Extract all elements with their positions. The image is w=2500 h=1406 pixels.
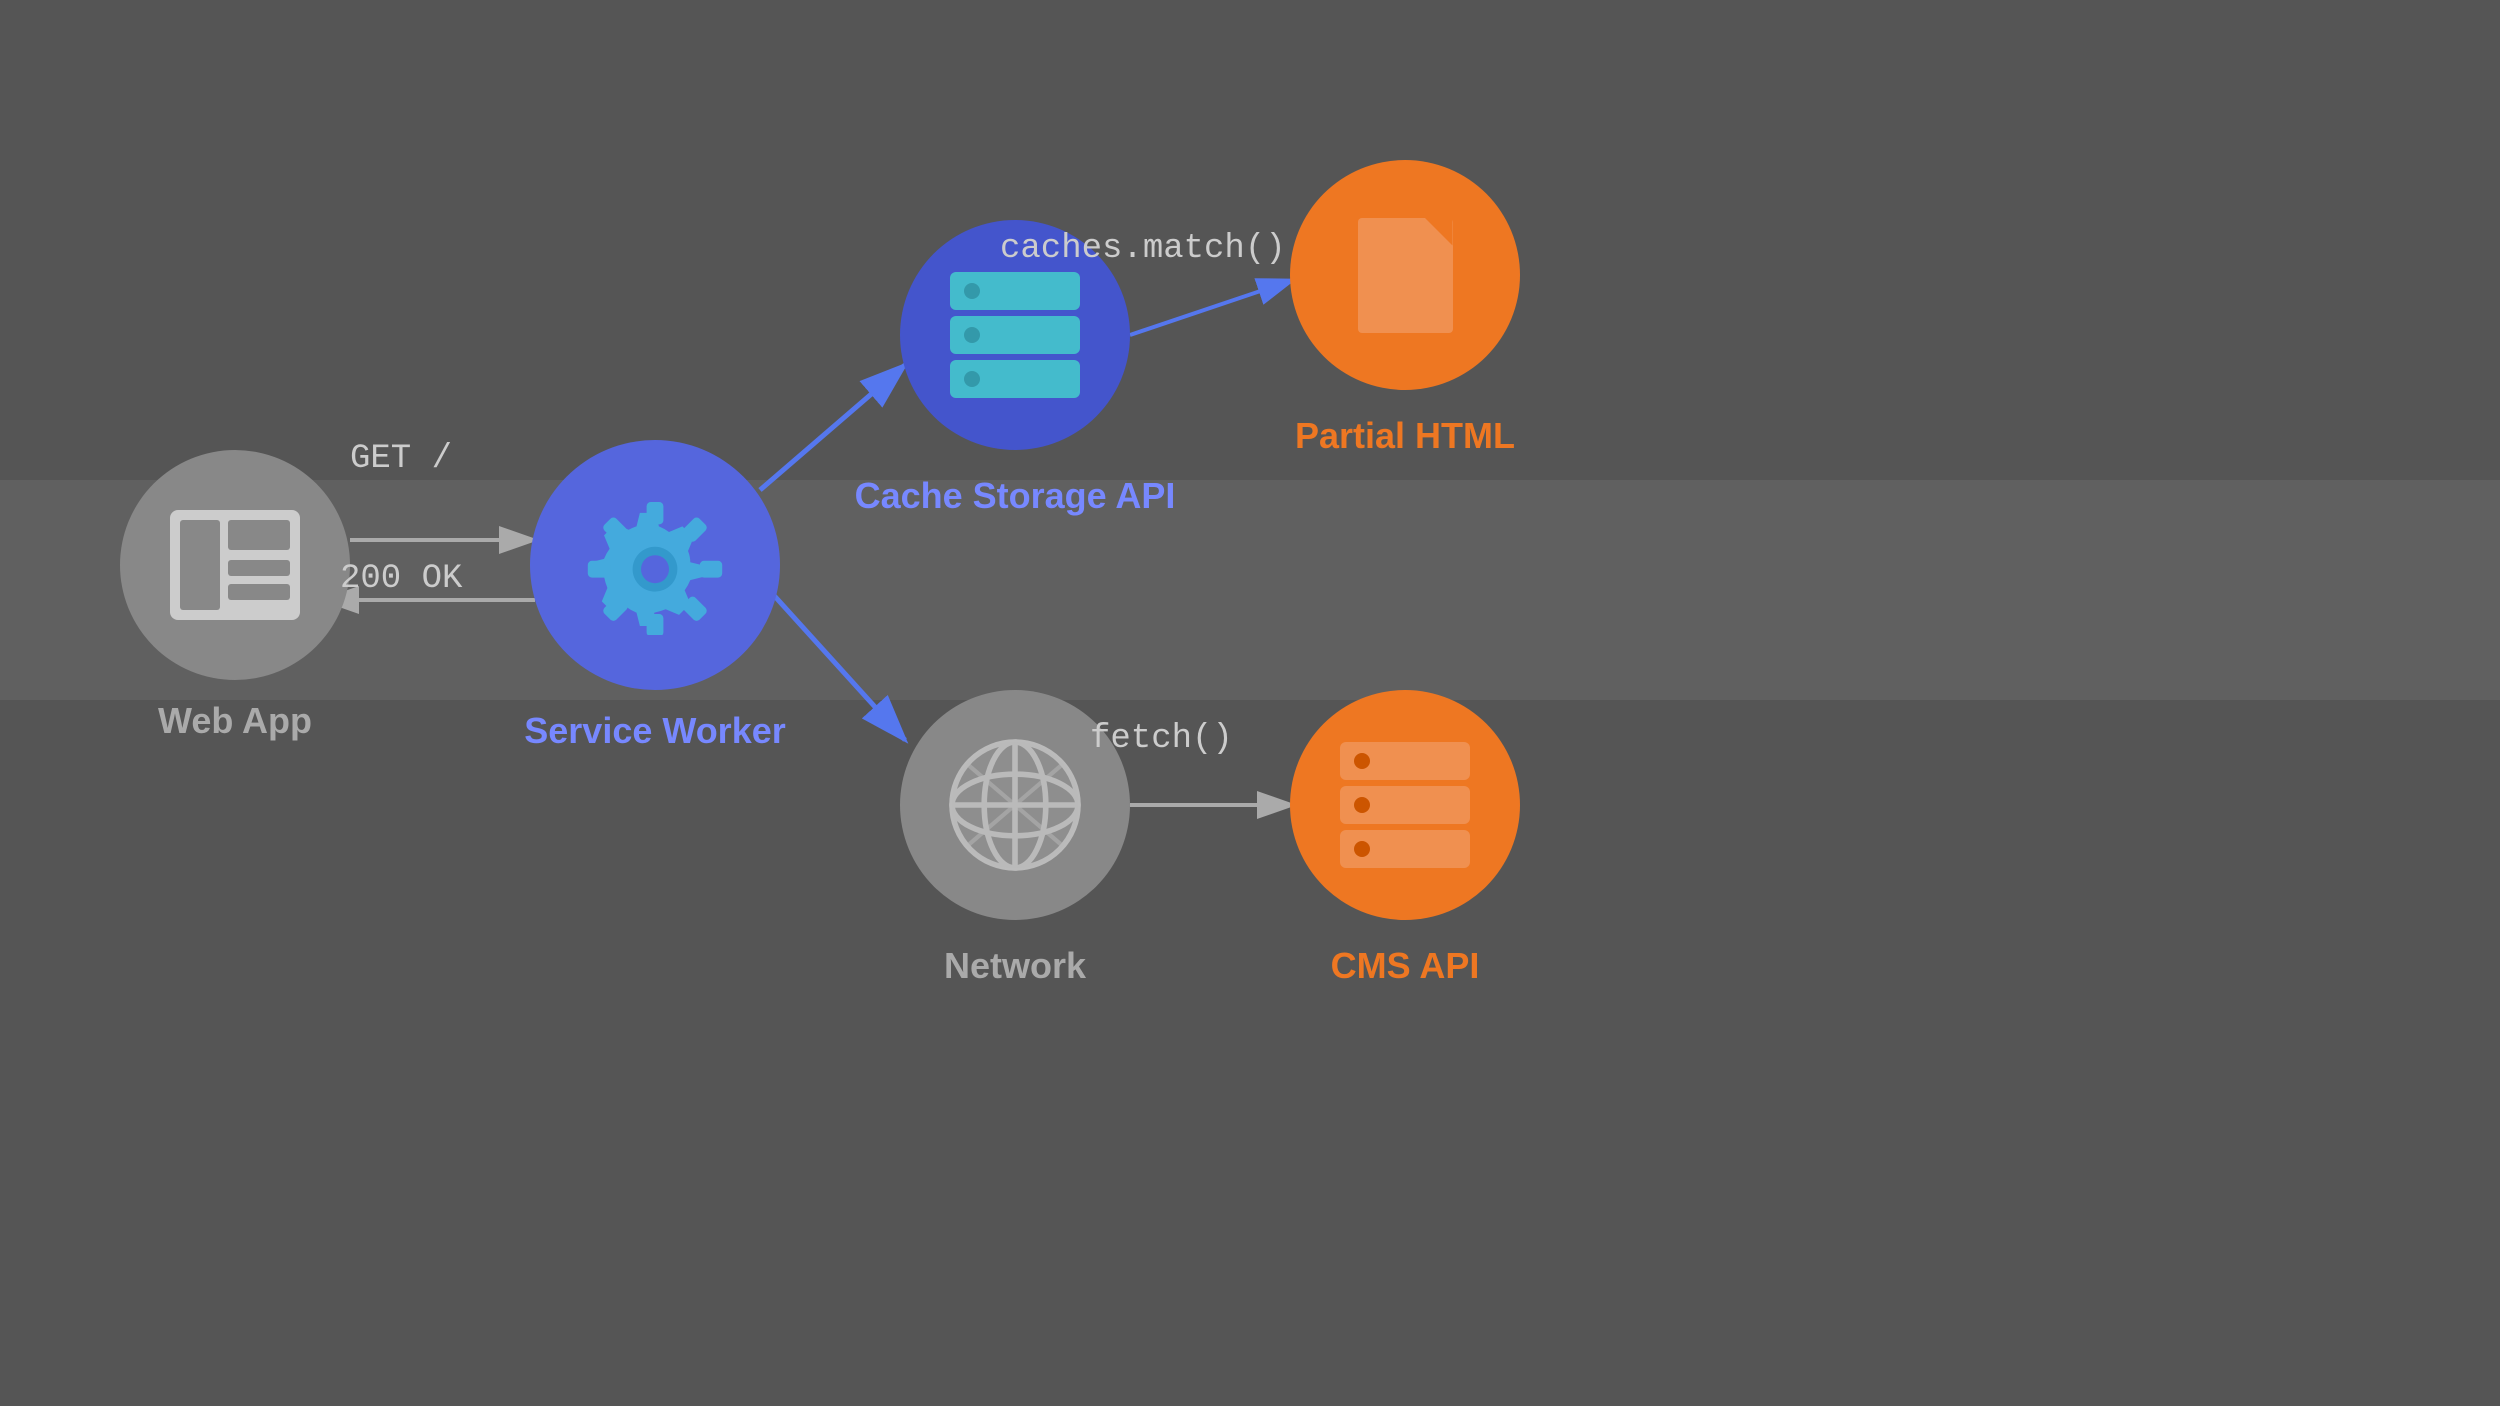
globe-icon xyxy=(945,735,1085,875)
diagram: Web App Service Worker Cache Storage API… xyxy=(0,0,2500,1406)
network-label: Network xyxy=(840,945,1190,987)
cache-to-partial-arrow xyxy=(1130,280,1293,335)
cms-api-label: CMS API xyxy=(1220,945,1590,987)
ok-response-label: 200 OK xyxy=(340,560,462,598)
service-worker-node xyxy=(530,440,780,690)
web-app-node xyxy=(120,450,350,680)
cache-storage-label: Cache Storage API xyxy=(820,475,1210,517)
sw-to-cache-arrow xyxy=(760,365,905,490)
database-icon xyxy=(950,272,1080,398)
webapp-icon xyxy=(170,510,300,620)
service-worker-label: Service Worker xyxy=(470,710,840,752)
cms-database-icon xyxy=(1340,742,1470,868)
gear-icon xyxy=(585,495,725,635)
web-app-label: Web App xyxy=(80,700,390,742)
caches-match-label: caches.match() xyxy=(1000,230,1286,268)
partial-html-label: Partial HTML xyxy=(1210,415,1600,457)
get-request-label: GET / xyxy=(350,440,452,478)
fetch-label: fetch() xyxy=(1090,720,1233,758)
cms-api-node xyxy=(1290,690,1520,920)
partial-html-node xyxy=(1290,160,1520,390)
document-icon xyxy=(1358,218,1453,333)
